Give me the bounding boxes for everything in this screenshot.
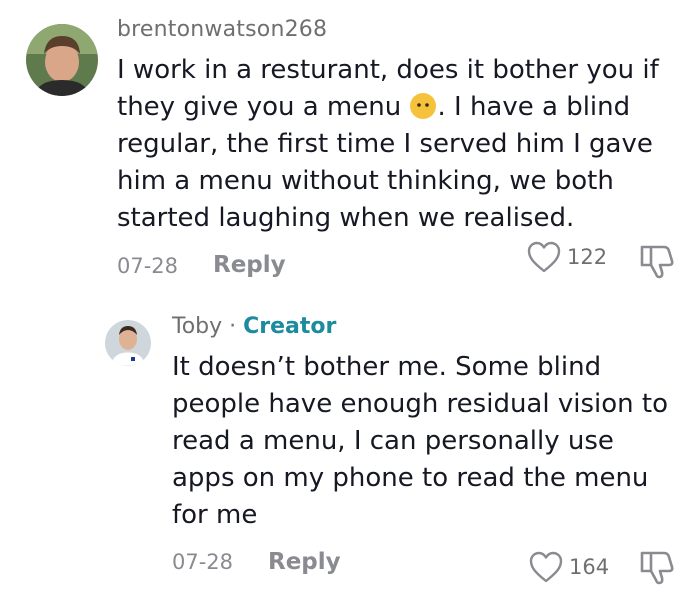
comment-reply-button[interactable]: Reply	[213, 252, 286, 278]
reply-separator: ·	[222, 314, 244, 339]
reply-header: Toby · Creator	[172, 314, 336, 339]
creator-avatar[interactable]	[105, 320, 151, 366]
reply-like-count: 164	[569, 555, 610, 579]
commenter-avatar[interactable]	[26, 24, 98, 96]
dislike-icon[interactable]	[638, 548, 676, 586]
comment-username[interactable]: brentonwatson268	[117, 17, 327, 42]
heart-icon[interactable]	[526, 240, 562, 274]
dislike-icon[interactable]	[638, 242, 676, 280]
heart-icon[interactable]	[528, 550, 564, 584]
reply-date: 07-28	[172, 550, 234, 574]
comment-text: I work in a resturant, does it bother yo…	[117, 52, 677, 237]
comment-like-count: 122	[567, 245, 608, 269]
reply-text: It doesn’t bother me. Some blind people …	[172, 352, 668, 530]
comment-date: 07-28	[117, 254, 179, 278]
reply-author[interactable]: Toby	[172, 314, 222, 339]
creator-badge: Creator	[243, 314, 337, 339]
awkward-face-emoji-icon	[409, 92, 437, 120]
reply-reply-button[interactable]: Reply	[268, 549, 341, 575]
